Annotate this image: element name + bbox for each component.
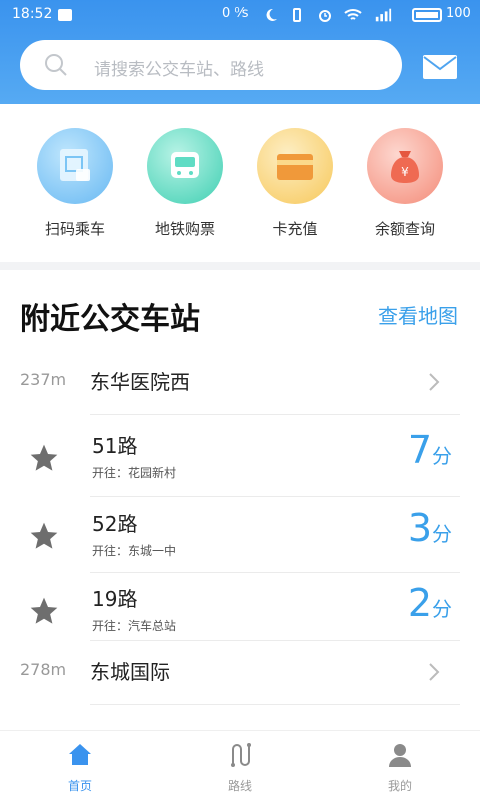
quick-action-label: 地铁购票 bbox=[154, 220, 215, 238]
status-bar: 18:52 0 ⁰⁄s 100 bbox=[0, 0, 480, 30]
star-icon[interactable] bbox=[28, 442, 60, 474]
notification-icon bbox=[58, 9, 72, 21]
moon-icon bbox=[262, 6, 280, 24]
quick-action-balance-query[interactable]: ¥ 余额查询 bbox=[350, 128, 460, 248]
tab-home[interactable]: 首页 bbox=[30, 741, 130, 794]
section-divider bbox=[0, 262, 480, 270]
tab-route[interactable]: 路线 bbox=[190, 741, 290, 794]
network-speed: 0 ⁰⁄s bbox=[222, 6, 249, 21]
signal-icon bbox=[374, 6, 392, 24]
tab-profile[interactable]: 我的 bbox=[350, 741, 450, 794]
star-icon[interactable] bbox=[28, 595, 60, 627]
home-icon bbox=[69, 744, 91, 765]
section-title: 附近公交车站 bbox=[20, 302, 200, 337]
row-divider bbox=[90, 496, 460, 497]
battery-icon bbox=[412, 8, 442, 22]
chevron-right-icon bbox=[429, 663, 440, 681]
quick-action-metro-ticket[interactable]: 地铁购票 bbox=[130, 128, 240, 248]
alarm-icon bbox=[316, 6, 334, 24]
wifi-icon bbox=[344, 6, 362, 24]
row-divider bbox=[90, 704, 460, 705]
tab-bar: 首页 路线 我的 bbox=[0, 730, 480, 800]
bus-line-name: 51路 bbox=[92, 434, 138, 458]
profile-icon bbox=[389, 744, 411, 767]
bus-direction: 开往：花园新村 bbox=[92, 466, 177, 480]
message-icon[interactable] bbox=[422, 54, 458, 80]
bus-eta: 7分 bbox=[407, 428, 452, 472]
metro-ticket-icon bbox=[147, 128, 223, 204]
station-name: 东华医院西 bbox=[90, 370, 190, 394]
route-icon bbox=[231, 743, 251, 767]
quick-action-card-recharge[interactable]: 卡充值 bbox=[240, 128, 350, 248]
row-divider bbox=[90, 572, 460, 573]
quick-action-label: 余额查询 bbox=[374, 220, 435, 238]
station-row[interactable]: 278m 东城国际 bbox=[0, 640, 480, 704]
qr-scan-icon bbox=[37, 128, 113, 204]
header: 18:52 0 ⁰⁄s 100 请搜索公交车站、路线 bbox=[0, 0, 480, 104]
quick-actions: 扫码乘车 地铁购票 卡充值 ¥ 余额查询 bbox=[0, 104, 480, 262]
vibrate-icon bbox=[288, 6, 306, 24]
card-recharge-icon bbox=[257, 128, 333, 204]
bus-row[interactable]: 51路 开往：花园新村 7分 bbox=[0, 422, 480, 498]
bus-direction: 开往：东城一中 bbox=[92, 544, 177, 558]
battery-level: 100 bbox=[446, 6, 471, 21]
status-time: 18:52 bbox=[12, 6, 53, 22]
quick-action-label: 卡充值 bbox=[272, 220, 318, 238]
bus-row[interactable]: 52路 开往：东城一中 3分 bbox=[0, 500, 480, 576]
station-distance: 237m bbox=[20, 370, 67, 389]
station-row[interactable]: 237m 东华医院西 bbox=[0, 350, 480, 414]
tab-label: 首页 bbox=[67, 779, 92, 793]
balance-query-icon: ¥ bbox=[367, 128, 443, 204]
bus-direction: 开往：汽车总站 bbox=[92, 619, 177, 633]
search-input[interactable]: 请搜索公交车站、路线 bbox=[20, 40, 402, 90]
view-map-link[interactable]: 查看地图 bbox=[378, 300, 458, 329]
bus-line-name: 19路 bbox=[92, 587, 138, 611]
search-placeholder: 请搜索公交车站、路线 bbox=[94, 60, 264, 80]
station-name: 东城国际 bbox=[90, 660, 170, 684]
row-divider bbox=[90, 414, 460, 415]
chevron-right-icon bbox=[429, 373, 440, 391]
bus-line-name: 52路 bbox=[92, 512, 138, 536]
star-icon[interactable] bbox=[28, 520, 60, 552]
svg-text:¥: ¥ bbox=[401, 165, 409, 179]
search-icon bbox=[45, 54, 67, 76]
quick-action-label: 扫码乘车 bbox=[44, 220, 105, 238]
bus-eta: 2分 bbox=[407, 581, 452, 625]
tab-label: 路线 bbox=[227, 779, 252, 793]
quick-action-scan-ride[interactable]: 扫码乘车 bbox=[20, 128, 130, 248]
station-distance: 278m bbox=[20, 660, 67, 679]
tab-label: 我的 bbox=[387, 779, 412, 793]
bus-eta: 3分 bbox=[407, 506, 452, 550]
